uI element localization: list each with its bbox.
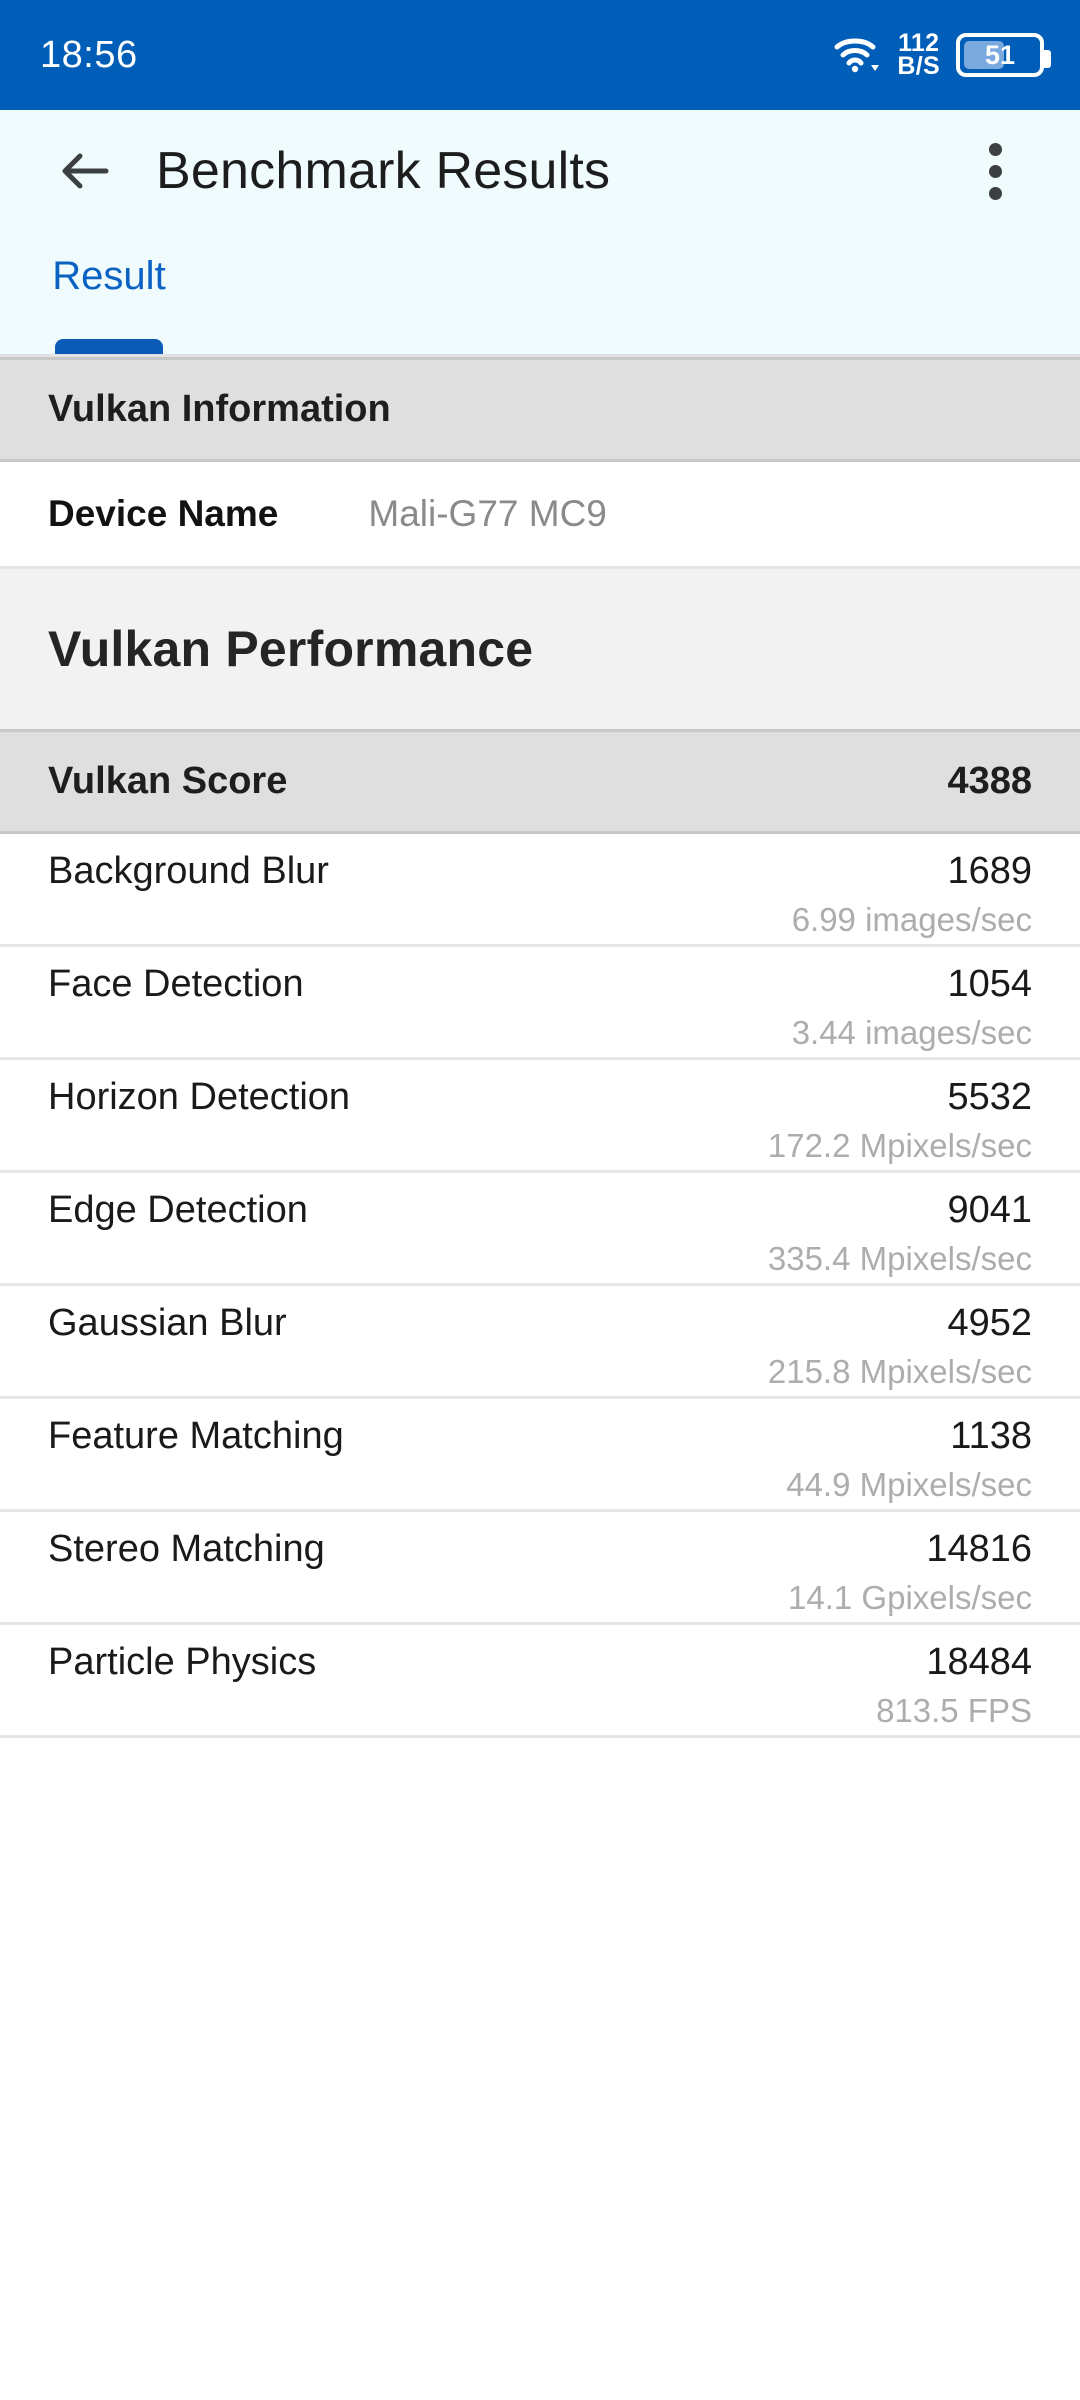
benchmark-name: Stereo Matching [48, 1528, 325, 1570]
benchmark-rate: 813.5 FPS [876, 1692, 1032, 1729]
benchmark-name: Background Blur [48, 850, 329, 892]
benchmark-row[interactable]: Face Detection 1054 3.44 images/sec [0, 947, 1080, 1060]
kebab-dot [988, 164, 1002, 178]
benchmark-score: 9041 [947, 1189, 1032, 1231]
benchmark-row-main: Face Detection 1054 [48, 947, 1032, 1006]
benchmark-score: 18484 [926, 1641, 1032, 1683]
benchmark-score: 5532 [947, 1076, 1032, 1118]
benchmark-name: Horizon Detection [48, 1076, 351, 1118]
benchmark-row-main: Gaussian Blur 4952 [48, 1286, 1032, 1345]
battery-icon: 51 [956, 33, 1051, 77]
tab-selected-indicator [55, 339, 163, 354]
benchmark-rate: 3.44 images/sec [791, 1014, 1032, 1051]
benchmark-row-main: Horizon Detection 5532 [48, 1060, 1032, 1119]
data-rate-indicator: 112 B/S [897, 31, 940, 80]
benchmark-row[interactable]: Particle Physics 18484 813.5 FPS [0, 1625, 1080, 1738]
tab-result-label: Result [52, 254, 166, 298]
tab-result[interactable]: Result [0, 232, 218, 354]
device-name-value: Mali-G77 MC9 [368, 493, 607, 534]
app-bar: Benchmark Results [0, 110, 1080, 232]
kebab-dot [988, 186, 1002, 200]
benchmark-rate: 44.9 Mpixels/sec [786, 1466, 1032, 1503]
benchmark-row-main: Particle Physics 18484 [48, 1625, 1032, 1684]
page-title: Benchmark Results [156, 142, 611, 200]
benchmark-row[interactable]: Stereo Matching 14816 14.1 Gpixels/sec [0, 1512, 1080, 1625]
benchmark-list: Background Blur 1689 6.99 images/sec Face D… [0, 834, 1080, 1738]
more-vertical-icon[interactable] [958, 134, 1032, 208]
benchmark-score: 4952 [947, 1302, 1032, 1344]
benchmark-rate: 215.8 Mpixels/sec [767, 1353, 1032, 1390]
benchmark-score: 1054 [947, 963, 1032, 1005]
benchmark-row[interactable]: Feature Matching 1138 44.9 Mpixels/sec [0, 1399, 1080, 1512]
benchmark-rate: 335.4 Mpixels/sec [767, 1240, 1032, 1277]
section-header-vulkan-information: Vulkan Information [0, 357, 1080, 462]
kebab-dot [988, 142, 1002, 156]
data-rate-unit: B/S [897, 52, 940, 80]
status-bar: 18:56 112 B/S 51 [0, 0, 1080, 110]
table-row[interactable]: Device Name Mali-G77 MC9 [0, 462, 1080, 569]
benchmark-name: Edge Detection [48, 1189, 308, 1231]
benchmark-row-main: Stereo Matching 14816 [48, 1512, 1032, 1571]
wifi-icon [833, 35, 881, 75]
benchmark-results-screen: 18:56 112 B/S 51 Benchmark Results Resul… [0, 0, 1080, 2400]
benchmark-score: 1689 [947, 850, 1032, 892]
section-title: Vulkan Information [48, 388, 391, 430]
benchmark-rate: 14.1 Gpixels/sec [788, 1579, 1032, 1616]
vulkan-score-label: Vulkan Score [48, 760, 288, 802]
benchmark-name: Face Detection [48, 963, 304, 1005]
benchmark-name: Gaussian Blur [48, 1302, 287, 1344]
back-arrow-icon[interactable] [48, 134, 122, 208]
vulkan-score-value: 4388 [947, 760, 1032, 802]
benchmark-row[interactable]: Gaussian Blur 4952 215.8 Mpixels/sec [0, 1286, 1080, 1399]
status-bar-clock: 18:56 [40, 33, 138, 76]
benchmark-row-main: Edge Detection 9041 [48, 1173, 1032, 1232]
benchmark-name: Feature Matching [48, 1415, 344, 1457]
benchmark-rate: 6.99 images/sec [791, 901, 1032, 938]
vulkan-score-row: Vulkan Score 4388 [0, 729, 1080, 834]
benchmark-row-main: Feature Matching 1138 [48, 1399, 1032, 1458]
section-heading-vulkan-performance: Vulkan Performance [0, 569, 1080, 729]
benchmark-name: Particle Physics [48, 1641, 317, 1683]
device-name-label: Device Name [48, 493, 279, 534]
benchmark-row[interactable]: Horizon Detection 5532 172.2 Mpixels/sec [0, 1060, 1080, 1173]
benchmark-row-main: Background Blur 1689 [48, 834, 1032, 893]
tab-bar: Result [0, 232, 1080, 354]
benchmark-row[interactable]: Background Blur 1689 6.99 images/sec [0, 834, 1080, 947]
benchmark-row[interactable]: Edge Detection 9041 335.4 Mpixels/sec [0, 1173, 1080, 1286]
benchmark-score: 1138 [950, 1415, 1032, 1457]
benchmark-rate: 172.2 Mpixels/sec [767, 1127, 1032, 1164]
section-heading-text: Vulkan Performance [48, 621, 534, 677]
status-bar-indicators: 112 B/S 51 [833, 31, 1051, 80]
benchmark-score: 14816 [926, 1528, 1032, 1570]
battery-percent: 51 [984, 39, 1016, 70]
